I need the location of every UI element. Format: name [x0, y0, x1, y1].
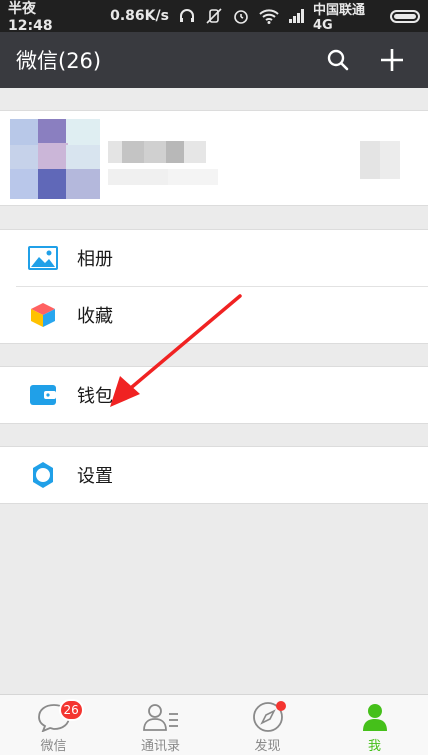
menu-item-label: 钱包: [77, 386, 113, 407]
signal-icon: [288, 9, 304, 23]
menu-group-3: 设置: [0, 446, 428, 504]
favorites-icon: [27, 299, 59, 331]
menu-item-settings[interactable]: 设置: [0, 447, 428, 503]
status-icons: [179, 8, 305, 24]
menu-item-favorites[interactable]: 收藏: [0, 287, 428, 343]
menu-group-1: 相册 收藏: [0, 229, 428, 344]
compass-icon: [252, 701, 286, 733]
unread-badge: 26: [58, 699, 84, 721]
tab-discover[interactable]: 发现: [214, 695, 321, 755]
new-dot-indicator: [275, 701, 286, 711]
wifi-icon: [259, 9, 279, 24]
tab-label: 通讯录: [140, 739, 180, 754]
menu-item-label: 相册: [77, 249, 113, 270]
battery-icon: [390, 9, 420, 23]
gear-icon: [27, 459, 59, 491]
tab-chats[interactable]: 26 微信: [0, 695, 107, 755]
tab-label: 我: [367, 739, 381, 754]
menu-item-label: 设置: [77, 466, 113, 487]
menu-group-2: 钱包: [0, 366, 428, 424]
search-icon[interactable]: [318, 40, 358, 80]
tab-contacts[interactable]: 通讯录: [107, 695, 214, 755]
chat-icon: 26: [37, 699, 84, 733]
profile-card[interactable]: [0, 110, 428, 206]
qr-code-icon[interactable]: [360, 141, 400, 179]
person-icon: [360, 701, 390, 733]
status-time: 半夜12:48: [8, 1, 53, 34]
plus-icon[interactable]: [372, 40, 412, 80]
menu-item-album[interactable]: 相册: [0, 230, 428, 286]
headphones-icon: [179, 9, 194, 22]
tab-me[interactable]: 我: [321, 695, 428, 755]
status-bar: 半夜12:48 0.86K/s 中国联通4G: [0, 0, 428, 34]
menu-item-label: 收藏: [77, 306, 113, 327]
menu-item-wallet[interactable]: 钱包: [0, 367, 428, 423]
profile-subtitle-blurred: [108, 169, 218, 187]
album-icon: [27, 242, 59, 274]
carrier-name: 中国联通4G: [312, 3, 365, 33]
page-title: 微信(26): [16, 49, 102, 73]
top-navigation-bar: 微信(26): [0, 32, 428, 88]
network-speed: 0.86K/s: [110, 8, 169, 24]
tab-label: 微信: [40, 739, 67, 754]
contacts-icon: [142, 701, 180, 733]
tab-label: 发现: [254, 739, 281, 754]
wallet-icon: [27, 379, 59, 411]
bottom-tab-bar: 26 微信 通讯录 发现 我: [0, 694, 428, 755]
alarm-icon: [234, 10, 248, 24]
avatar: [10, 119, 100, 199]
vibrate-off-icon: [206, 8, 222, 24]
profile-name-blurred: [108, 141, 228, 165]
